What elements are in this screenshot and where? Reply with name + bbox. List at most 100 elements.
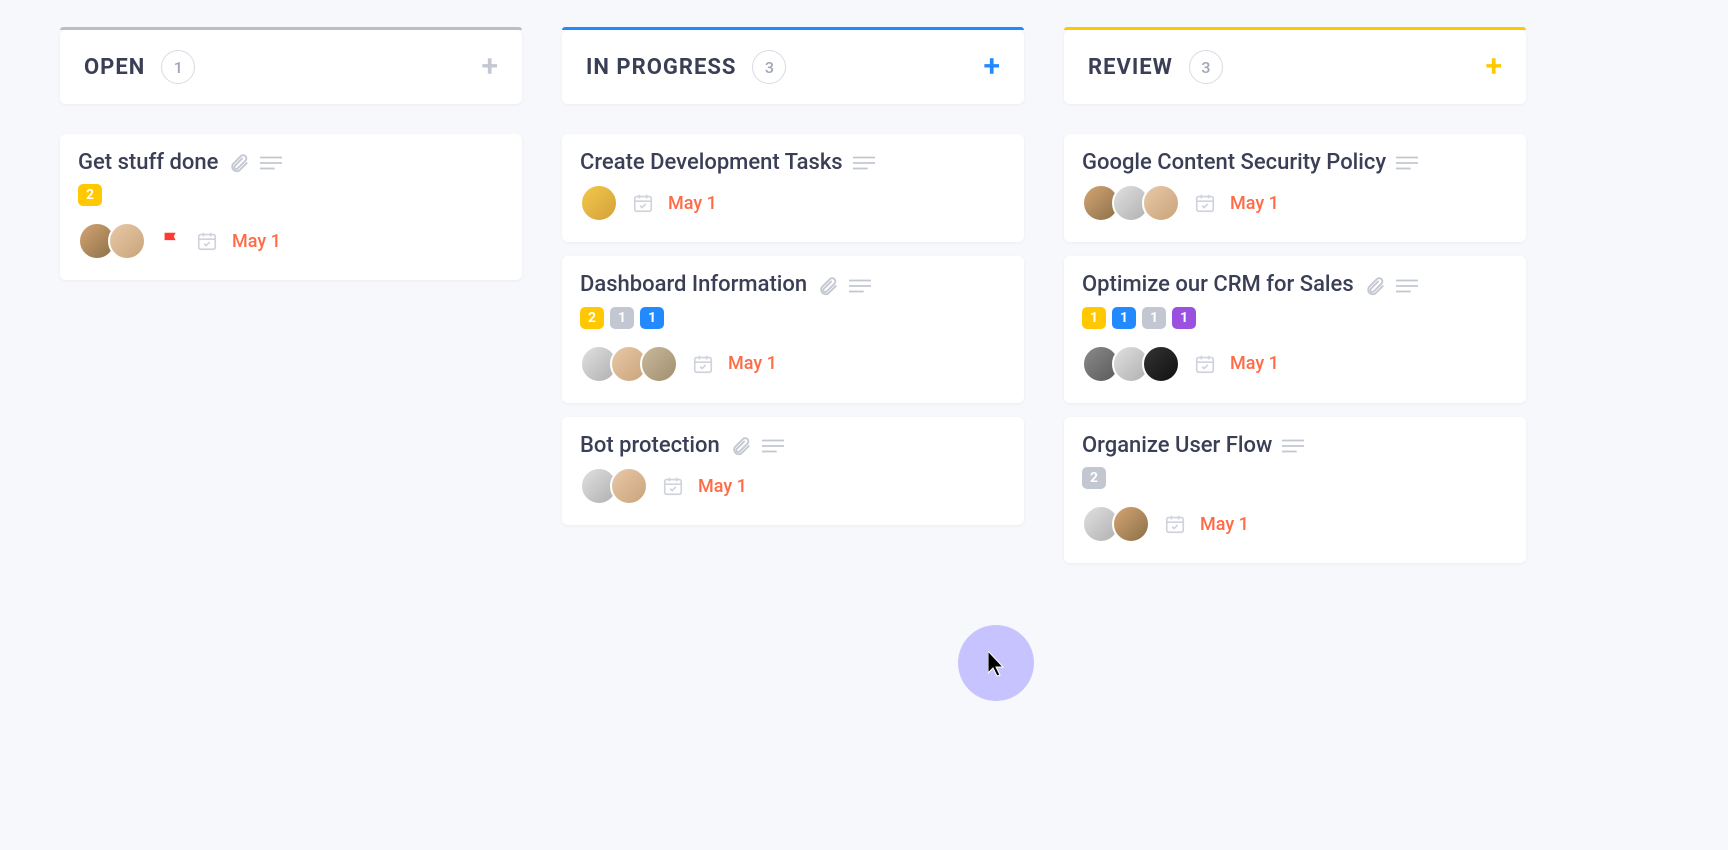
column-open: OPEN 1 + Get stuff done 2 May 1 xyxy=(60,30,522,577)
due-date: May 1 xyxy=(1200,514,1249,535)
card-bottom: May 1 xyxy=(1082,184,1508,222)
due-date: May 1 xyxy=(1230,193,1279,214)
assignees xyxy=(1082,184,1180,222)
assignees xyxy=(78,222,146,260)
avatar[interactable] xyxy=(1142,345,1180,383)
card-title-row: Create Development Tasks xyxy=(580,150,1006,176)
badges: 2 xyxy=(78,184,504,206)
card-title: Create Development Tasks xyxy=(580,150,843,176)
calendar-icon xyxy=(1164,513,1186,535)
due-date: May 1 xyxy=(232,231,281,252)
description-icon xyxy=(1396,155,1418,171)
column-count: 3 xyxy=(752,50,786,84)
subtask-badge: 1 xyxy=(640,307,664,329)
calendar-icon xyxy=(1194,353,1216,375)
card-title: Dashboard Information xyxy=(580,272,807,298)
card-bottom: May 1 xyxy=(1082,505,1508,543)
task-card[interactable]: Optimize our CRM for Sales1111May 1 xyxy=(1064,256,1526,402)
card-title-row: Google Content Security Policy xyxy=(1082,150,1508,176)
column-title-wrap: OPEN 1 xyxy=(84,50,195,84)
add-task-button[interactable]: + xyxy=(1486,52,1503,82)
subtask-badge: 1 xyxy=(1142,307,1166,329)
avatar[interactable] xyxy=(580,184,618,222)
calendar-icon xyxy=(662,475,684,497)
subtask-badge: 2 xyxy=(78,184,102,206)
subtask-badge: 1 xyxy=(610,307,634,329)
due-date: May 1 xyxy=(698,476,747,497)
subtask-badge: 1 xyxy=(1082,307,1106,329)
card-bottom: May 1 xyxy=(580,467,1006,505)
attachment-icon xyxy=(817,275,839,297)
card-title: Google Content Security Policy xyxy=(1082,150,1386,176)
avatar[interactable] xyxy=(1142,184,1180,222)
avatar[interactable] xyxy=(108,222,146,260)
calendar-icon xyxy=(196,230,218,252)
subtask-badge: 1 xyxy=(1172,307,1196,329)
card-bottom: May 1 xyxy=(78,222,504,260)
description-icon xyxy=(849,278,871,294)
avatar[interactable] xyxy=(640,345,678,383)
column-title: OPEN xyxy=(84,55,145,80)
assignees xyxy=(580,467,648,505)
subtask-badge: 2 xyxy=(1082,467,1106,489)
column-title-wrap: IN PROGRESS 3 xyxy=(586,50,786,84)
badges: 2 xyxy=(1082,467,1508,489)
card-title: Get stuff done xyxy=(78,150,218,176)
attachment-icon xyxy=(730,435,752,457)
column-title: REVIEW xyxy=(1088,55,1173,80)
assignees xyxy=(1082,505,1150,543)
card-title-row: Get stuff done xyxy=(78,150,504,176)
due-date: May 1 xyxy=(668,193,717,214)
card-title-row: Organize User Flow xyxy=(1082,433,1508,459)
card-bottom: May 1 xyxy=(580,184,1006,222)
card-title: Bot protection xyxy=(580,433,720,459)
flag-icon xyxy=(160,230,182,252)
column-review: REVIEW 3 + Google Content Security Policy Ma… xyxy=(1064,30,1526,577)
task-card[interactable]: Create Development Tasks May 1 xyxy=(562,134,1024,242)
add-task-button[interactable]: + xyxy=(984,52,1001,82)
calendar-icon xyxy=(692,353,714,375)
task-card[interactable]: Dashboard Information211May 1 xyxy=(562,256,1024,402)
card-title-row: Bot protection xyxy=(580,433,1006,459)
avatar[interactable] xyxy=(1112,505,1150,543)
assignees xyxy=(580,345,678,383)
task-card[interactable]: Bot protection May 1 xyxy=(562,417,1024,525)
card-bottom: May 1 xyxy=(580,345,1006,383)
column-title: IN PROGRESS xyxy=(586,55,736,80)
card-bottom: May 1 xyxy=(1082,345,1508,383)
description-icon xyxy=(1396,278,1418,294)
add-task-button[interactable]: + xyxy=(482,52,499,82)
column-header-open: OPEN 1 + xyxy=(60,30,522,104)
column-count: 3 xyxy=(1189,50,1223,84)
cursor-arrow-icon xyxy=(988,651,1008,677)
badges: 211 xyxy=(580,307,1006,329)
attachment-icon xyxy=(1364,275,1386,297)
card-title-row: Dashboard Information xyxy=(580,272,1006,298)
avatar[interactable] xyxy=(610,467,648,505)
cursor-highlight xyxy=(958,625,1034,701)
calendar-icon xyxy=(1194,192,1216,214)
subtask-badge: 2 xyxy=(580,307,604,329)
due-date: May 1 xyxy=(1230,353,1279,374)
task-card[interactable]: Google Content Security Policy May 1 xyxy=(1064,134,1526,242)
task-card[interactable]: Organize User Flow 2 May 1 xyxy=(1064,417,1526,563)
badges: 1111 xyxy=(1082,307,1508,329)
column-header-inprogress: IN PROGRESS 3 + xyxy=(562,30,1024,104)
due-date: May 1 xyxy=(728,353,777,374)
column-inprogress: IN PROGRESS 3 + Create Development Tasks May… xyxy=(562,30,1024,577)
attachment-icon xyxy=(228,152,250,174)
assignees xyxy=(580,184,618,222)
card-title-row: Optimize our CRM for Sales xyxy=(1082,272,1508,298)
description-icon xyxy=(762,438,784,454)
subtask-badge: 1 xyxy=(1112,307,1136,329)
card-title: Organize User Flow xyxy=(1082,433,1272,459)
description-icon xyxy=(1282,438,1304,454)
description-icon xyxy=(853,155,875,171)
column-count: 1 xyxy=(161,50,195,84)
description-icon xyxy=(260,155,282,171)
column-header-review: REVIEW 3 + xyxy=(1064,30,1526,104)
task-card[interactable]: Get stuff done 2 May 1 xyxy=(60,134,522,280)
calendar-icon xyxy=(632,192,654,214)
card-title: Optimize our CRM for Sales xyxy=(1082,272,1354,298)
column-title-wrap: REVIEW 3 xyxy=(1088,50,1223,84)
